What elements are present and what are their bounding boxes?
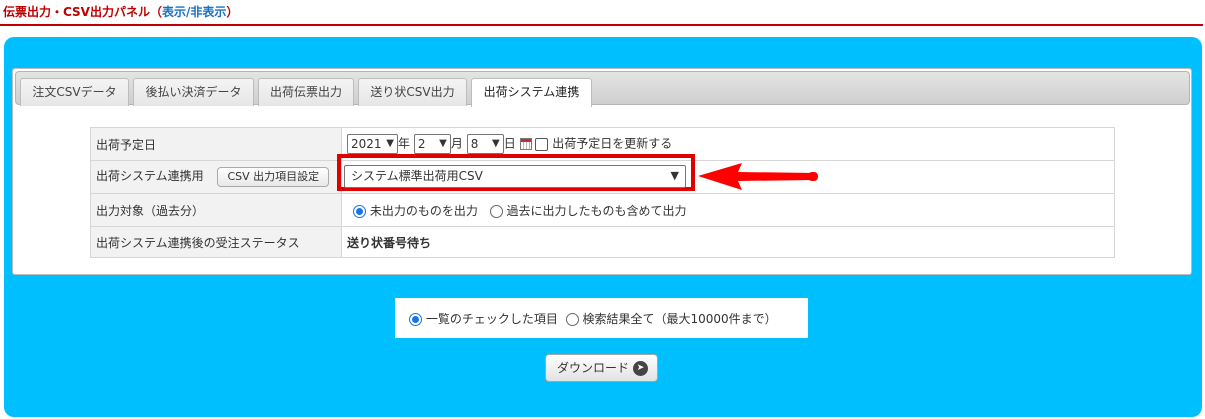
chevron-down-icon: ▼	[439, 138, 447, 149]
tab-deferred-payment[interactable]: 後払い決済データ	[133, 78, 254, 106]
download-button[interactable]: ダウンロード ➤	[545, 354, 658, 382]
chevron-down-icon: ▼	[491, 138, 500, 149]
csv-system-label-cell: 出荷システム連携用 CSV 出力項目設定	[90, 160, 342, 194]
chevron-down-icon: ▼	[386, 138, 394, 149]
csv-settings-button[interactable]: CSV 出力項目設定	[217, 167, 330, 187]
update-ship-date-label: 出荷予定日を更新する	[552, 136, 673, 151]
download-label: ダウンロード	[557, 361, 630, 375]
day-value: 8	[470, 137, 479, 151]
scope-all-radio[interactable]	[565, 313, 579, 326]
target-label: 出力対象（過去分）	[90, 193, 342, 227]
target-include-past-label: 過去に出力したものも含めて出力	[506, 203, 687, 218]
toggle-paren-open: （	[149, 5, 162, 19]
csv-type-selected: システム標準出荷用CSV	[351, 169, 483, 183]
tab-order-csv[interactable]: 注文CSVデータ	[20, 78, 129, 106]
chevron-down-icon: ▼	[670, 169, 679, 182]
year-value: 2021	[351, 137, 382, 151]
panel-title: 伝票出力・CSV出力パネル	[3, 5, 150, 19]
month-select[interactable]: 2 ▼	[413, 134, 451, 154]
scope-checked-label: 一覧のチェックした項目	[425, 312, 558, 326]
title-divider	[0, 24, 1203, 26]
update-ship-date-checkbox[interactable]	[535, 137, 549, 151]
scope-checked-radio[interactable]	[409, 313, 422, 326]
target-include-past-radio[interactable]	[489, 204, 503, 218]
month-value: 2	[417, 137, 426, 151]
title-bar: 伝票出力・CSV出力パネル（表示/非表示）	[0, 0, 1205, 26]
page-title: 伝票出力・CSV出力パネル（表示/非表示）	[3, 3, 238, 20]
row-status-after: 出荷システム連携後の受注ステータス 送り状番号待ち	[90, 226, 1115, 258]
target-unexported-radio[interactable]	[353, 204, 366, 218]
ship-date-label: 出荷予定日	[90, 127, 342, 161]
calendar-icon[interactable]	[519, 138, 532, 150]
year-select[interactable]: 2021 ▼	[347, 134, 398, 154]
arrow-right-circle-icon: ➤	[633, 361, 648, 376]
row-target: 出力対象（過去分） 未出力のものを出力 過去に出力したものも含めて出力	[90, 193, 1115, 227]
csv-system-label: 出荷システム連携用	[96, 169, 204, 183]
status-after-value: 送り状番号待ち	[341, 226, 1115, 258]
download-scope-box: 一覧のチェックした項目 検索結果全て（最大10000件まで）	[395, 298, 808, 338]
tab-bar: 注文CSVデータ 後払い決済データ 出荷伝票出力 送り状CSV出力 出荷システム…	[15, 71, 1190, 107]
settings-table: 出荷予定日 2021 ▼ 年 2 ▼ 月 8 ▼ 日 出荷予定日を更新する 出荷システム連携…	[90, 127, 1115, 258]
tab-shipping-slip[interactable]: 出荷伝票出力	[258, 78, 354, 106]
year-unit: 年	[398, 136, 411, 151]
tab-invoice-csv[interactable]: 送り状CSV出力	[358, 78, 467, 106]
toggle-paren-close: ）	[226, 5, 239, 19]
red-arrow-left-icon	[698, 163, 818, 190]
target-options: 未出力のものを出力 過去に出力したものも含めて出力	[341, 193, 1115, 227]
toggle-visibility-link[interactable]: 表示/非表示	[162, 5, 226, 19]
tab-shipping-system[interactable]: 出荷システム連携	[471, 78, 592, 107]
target-unexported-label: 未出力のものを出力	[369, 203, 478, 218]
scope-options: 一覧のチェックした項目 検索結果全て（最大10000件まで）	[409, 310, 777, 327]
day-unit: 日	[503, 136, 516, 151]
scope-all-label: 検索結果全て（最大10000件まで）	[582, 312, 777, 326]
day-select[interactable]: 8 ▼	[466, 134, 504, 154]
status-after-label: 出荷システム連携後の受注ステータス	[90, 226, 342, 258]
month-unit: 月	[450, 136, 463, 151]
csv-type-select[interactable]: システム標準出荷用CSV ▼	[344, 165, 686, 188]
